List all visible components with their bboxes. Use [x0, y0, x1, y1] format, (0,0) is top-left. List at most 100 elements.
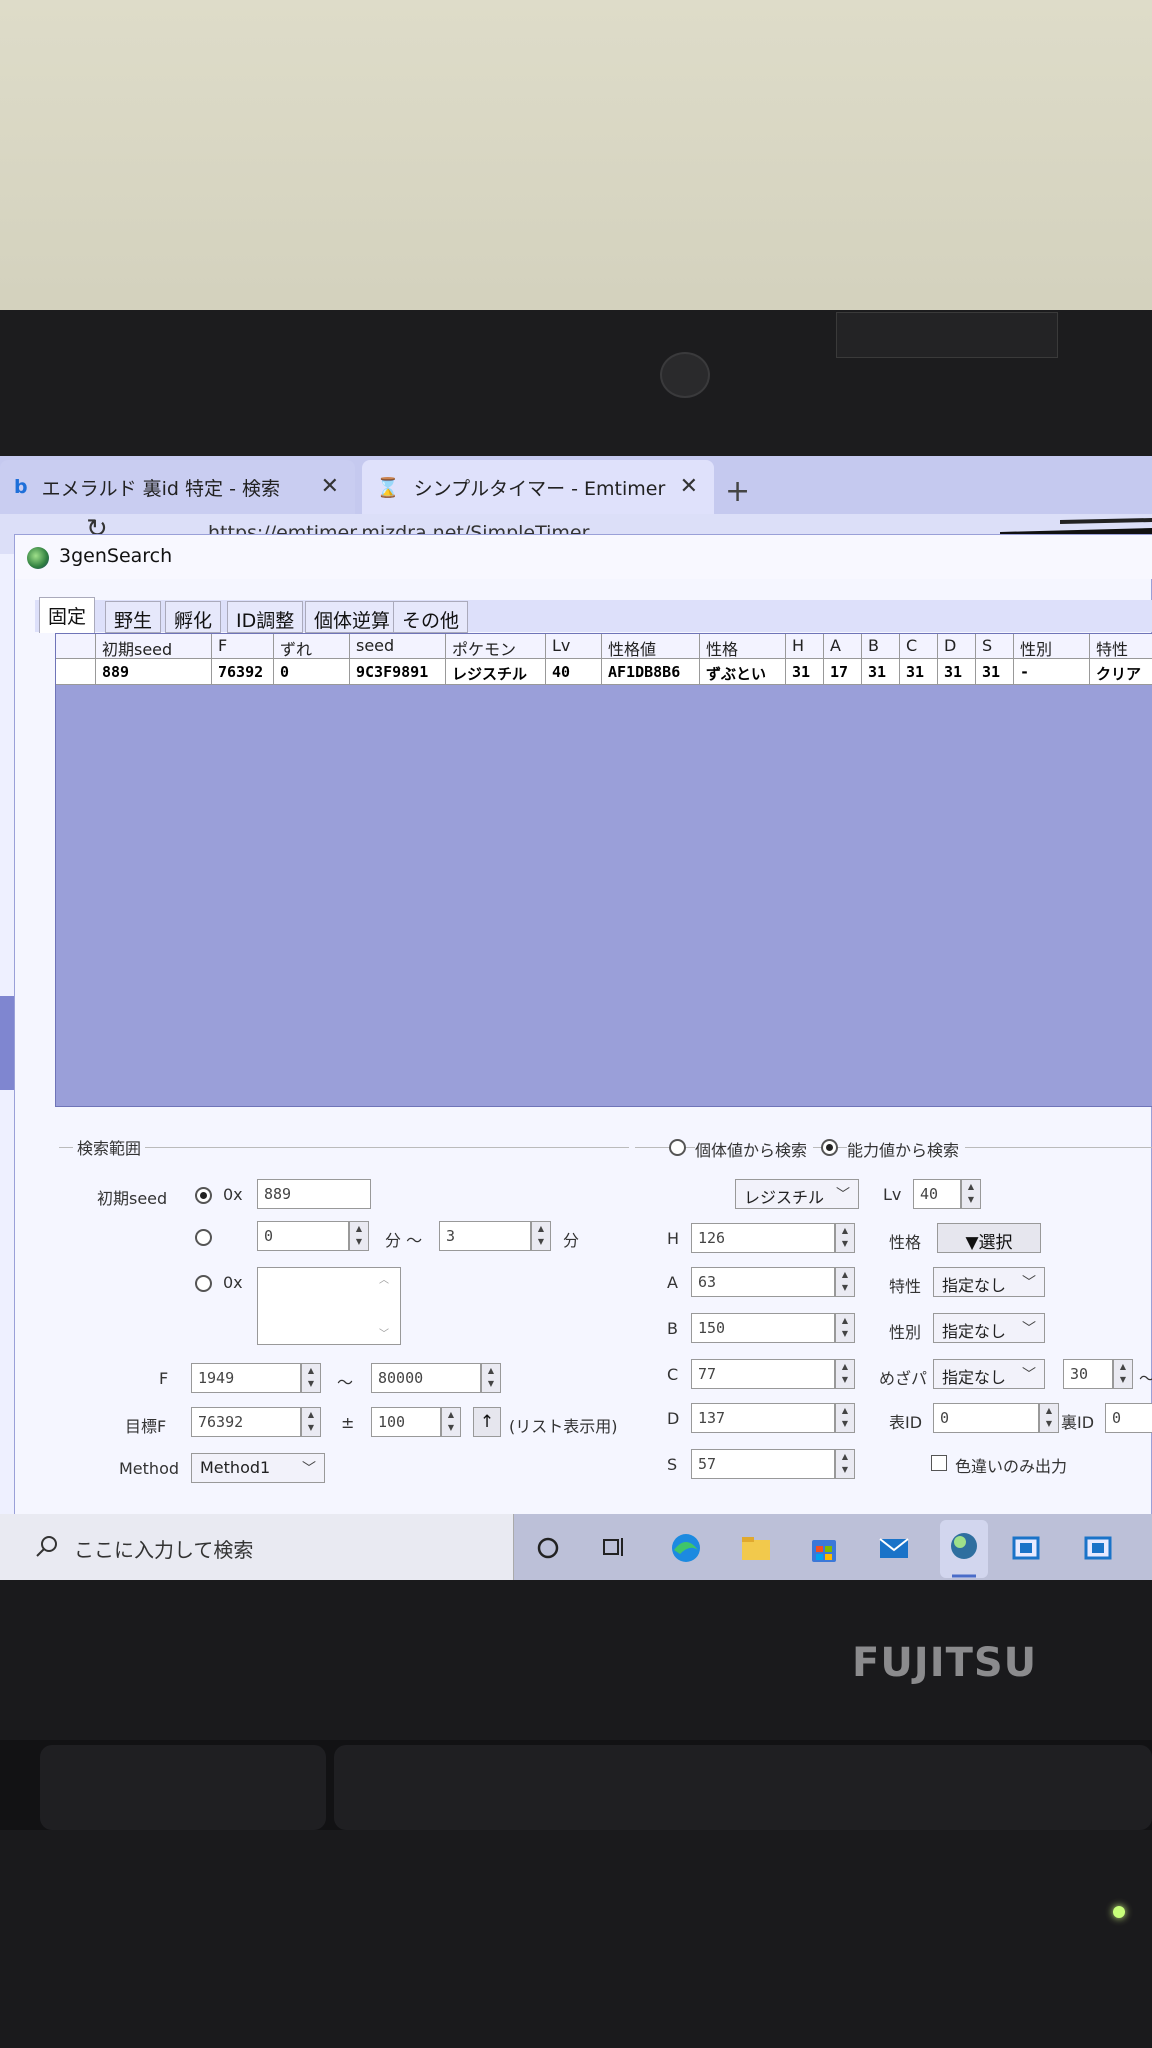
target-f-spinner[interactable]: ▲ ▼: [301, 1407, 321, 1437]
minutes-from-spinner[interactable]: ▲ ▼: [349, 1221, 369, 1251]
col-header[interactable]: seed: [350, 634, 446, 658]
f-to-spinner[interactable]: ▲ ▼: [481, 1363, 501, 1393]
shiny-only-label[interactable]: 色違いのみ出力: [955, 1453, 1067, 1477]
stat-b-spinner[interactable]: ▲ ▼: [835, 1313, 855, 1343]
mail-icon[interactable]: [874, 1528, 914, 1568]
task-view-icon[interactable]: [594, 1528, 634, 1568]
stat-s-spinner[interactable]: ▲ ▼: [835, 1449, 855, 1479]
tab-wild[interactable]: 野生: [105, 601, 162, 633]
col-header[interactable]: 初期seed: [96, 634, 212, 658]
lv-input[interactable]: 40: [913, 1179, 961, 1209]
tab-hatch[interactable]: 孵化: [165, 601, 222, 633]
browser-tab-emtimer[interactable]: ⌛ シンプルタイマー - Emtimer ✕: [362, 460, 714, 514]
copy-up-button[interactable]: ↑: [473, 1407, 501, 1437]
hidden-power-tilde: 〜: [1139, 1365, 1152, 1389]
close-tab-icon[interactable]: ✕: [680, 474, 698, 499]
f-from-input[interactable]: 1949: [191, 1363, 301, 1393]
stat-h-input[interactable]: 126: [691, 1223, 835, 1253]
tid-input[interactable]: 0: [933, 1403, 1039, 1433]
ability-select[interactable]: 指定なし ﹀: [933, 1267, 1045, 1297]
sid-label: 裏ID: [1061, 1413, 1095, 1432]
initial-seed-input[interactable]: 889: [257, 1179, 371, 1209]
3gensearch-taskbar-icon[interactable]: [940, 1520, 988, 1578]
new-tab-button[interactable]: +: [725, 474, 750, 509]
tab-fixed[interactable]: 固定: [39, 597, 96, 633]
tab-id-adjust[interactable]: ID調整: [227, 601, 304, 633]
table-row[interactable]: 889 76392 0 9C3F9891 レジスチル 40 AF1DB8B6 ず…: [56, 659, 1152, 685]
store-icon[interactable]: [804, 1528, 844, 1568]
col-header[interactable]: S: [976, 634, 1014, 658]
ability-select-value: 指定なし: [942, 1276, 1007, 1295]
minutes-from-input[interactable]: 0: [257, 1221, 349, 1251]
gender-select[interactable]: 指定なし ﹀: [933, 1313, 1045, 1343]
stat-a-input[interactable]: 63: [691, 1267, 835, 1297]
title-bar[interactable]: [15, 535, 1152, 579]
mode-iv-radio[interactable]: [669, 1139, 686, 1156]
col-header[interactable]: Lv: [546, 634, 602, 658]
lv-spinner[interactable]: ▲ ▼: [961, 1179, 981, 1209]
table-cell: 31: [938, 659, 976, 684]
stat-b-input[interactable]: 150: [691, 1313, 835, 1343]
hidden-power-spinner[interactable]: ▲ ▼: [1113, 1359, 1133, 1389]
textarea-scroll-down-icon[interactable]: ﹀: [379, 1325, 389, 1340]
range-input[interactable]: 100: [371, 1407, 441, 1437]
col-header[interactable]: 特性: [1090, 634, 1152, 658]
mode-stats-label[interactable]: 能力値から検索: [847, 1137, 966, 1161]
stat-a-spinner[interactable]: ▲ ▼: [835, 1267, 855, 1297]
row-header[interactable]: [56, 659, 96, 684]
stat-s-input[interactable]: 57: [691, 1449, 835, 1479]
f-from-spinner[interactable]: ▲ ▼: [301, 1363, 321, 1393]
stat-h-spinner[interactable]: ▲ ▼: [835, 1223, 855, 1253]
stat-c-input[interactable]: 77: [691, 1359, 835, 1389]
time-range-radio[interactable]: [195, 1229, 212, 1246]
col-header[interactable]: C: [900, 634, 938, 658]
hidden-power-select-value: 指定なし: [942, 1368, 1007, 1387]
col-header[interactable]: A: [824, 634, 862, 658]
col-header[interactable]: ポケモン: [446, 634, 546, 658]
cortana-icon[interactable]: [528, 1528, 568, 1568]
stat-d-spinner[interactable]: ▲ ▼: [835, 1403, 855, 1433]
minutes-to-spinner[interactable]: ▲ ▼: [531, 1221, 551, 1251]
close-tab-icon[interactable]: ✕: [321, 474, 339, 499]
method-select[interactable]: Method1 ﹀: [191, 1453, 325, 1483]
mode-stats-radio[interactable]: [821, 1139, 838, 1156]
col-header[interactable]: 性別: [1014, 634, 1090, 658]
seed-list-radio[interactable]: [195, 1275, 212, 1292]
tab-other[interactable]: その他: [393, 601, 469, 633]
stat-c-spinner[interactable]: ▲ ▼: [835, 1359, 855, 1389]
row-header-corner: [56, 634, 96, 658]
mode-iv-label[interactable]: 個体値から検索: [695, 1137, 814, 1161]
col-header[interactable]: H: [786, 634, 824, 658]
target-f-input[interactable]: 76392: [191, 1407, 301, 1437]
col-header[interactable]: F: [212, 634, 274, 658]
initial-seed-radio[interactable]: [195, 1187, 212, 1204]
col-header[interactable]: D: [938, 634, 976, 658]
minutes-to-input[interactable]: 3: [439, 1221, 531, 1251]
results-grid[interactable]: 初期seed F ずれ seed ポケモン Lv 性格値 性格 H A B C …: [55, 633, 1152, 1107]
tid-spinner[interactable]: ▲ ▼: [1039, 1403, 1059, 1433]
app-window-icon[interactable]: [1078, 1528, 1118, 1568]
edge-browser-icon[interactable]: [666, 1528, 706, 1568]
app-window-icon[interactable]: [1006, 1528, 1046, 1568]
file-explorer-icon[interactable]: [736, 1528, 776, 1568]
range-spinner[interactable]: ▲ ▼: [441, 1407, 461, 1437]
hidden-power-select[interactable]: 指定なし ﹀: [933, 1359, 1045, 1389]
taskbar-search-box[interactable]: ここに入力して検索: [0, 1514, 514, 1584]
f-to-input[interactable]: 80000: [371, 1363, 481, 1393]
pokemon-select[interactable]: レジスチル ﹀: [735, 1179, 859, 1209]
tab-iv-reverse[interactable]: 個体逆算: [305, 601, 400, 633]
grid-header-row: 初期seed F ずれ seed ポケモン Lv 性格値 性格 H A B C …: [56, 634, 1152, 659]
hidden-power-power-input[interactable]: 30: [1063, 1359, 1113, 1389]
textarea-scroll-up-icon[interactable]: ︿: [379, 1271, 389, 1286]
browser-tab-search[interactable]: b エメラルド 裏id 特定 - 検索 ✕: [0, 460, 355, 514]
shiny-only-checkbox[interactable]: [931, 1455, 947, 1471]
stat-d-input[interactable]: 137: [691, 1403, 835, 1433]
col-header[interactable]: 性格: [700, 634, 786, 658]
hex-prefix: 0x: [223, 1273, 243, 1292]
col-header[interactable]: B: [862, 634, 900, 658]
sid-input[interactable]: 0: [1105, 1403, 1152, 1433]
col-header[interactable]: 性格値: [602, 634, 700, 658]
nature-select-button[interactable]: ▼選択: [937, 1223, 1041, 1253]
col-header[interactable]: ずれ: [274, 634, 350, 658]
tid-label: 表ID: [889, 1413, 923, 1432]
